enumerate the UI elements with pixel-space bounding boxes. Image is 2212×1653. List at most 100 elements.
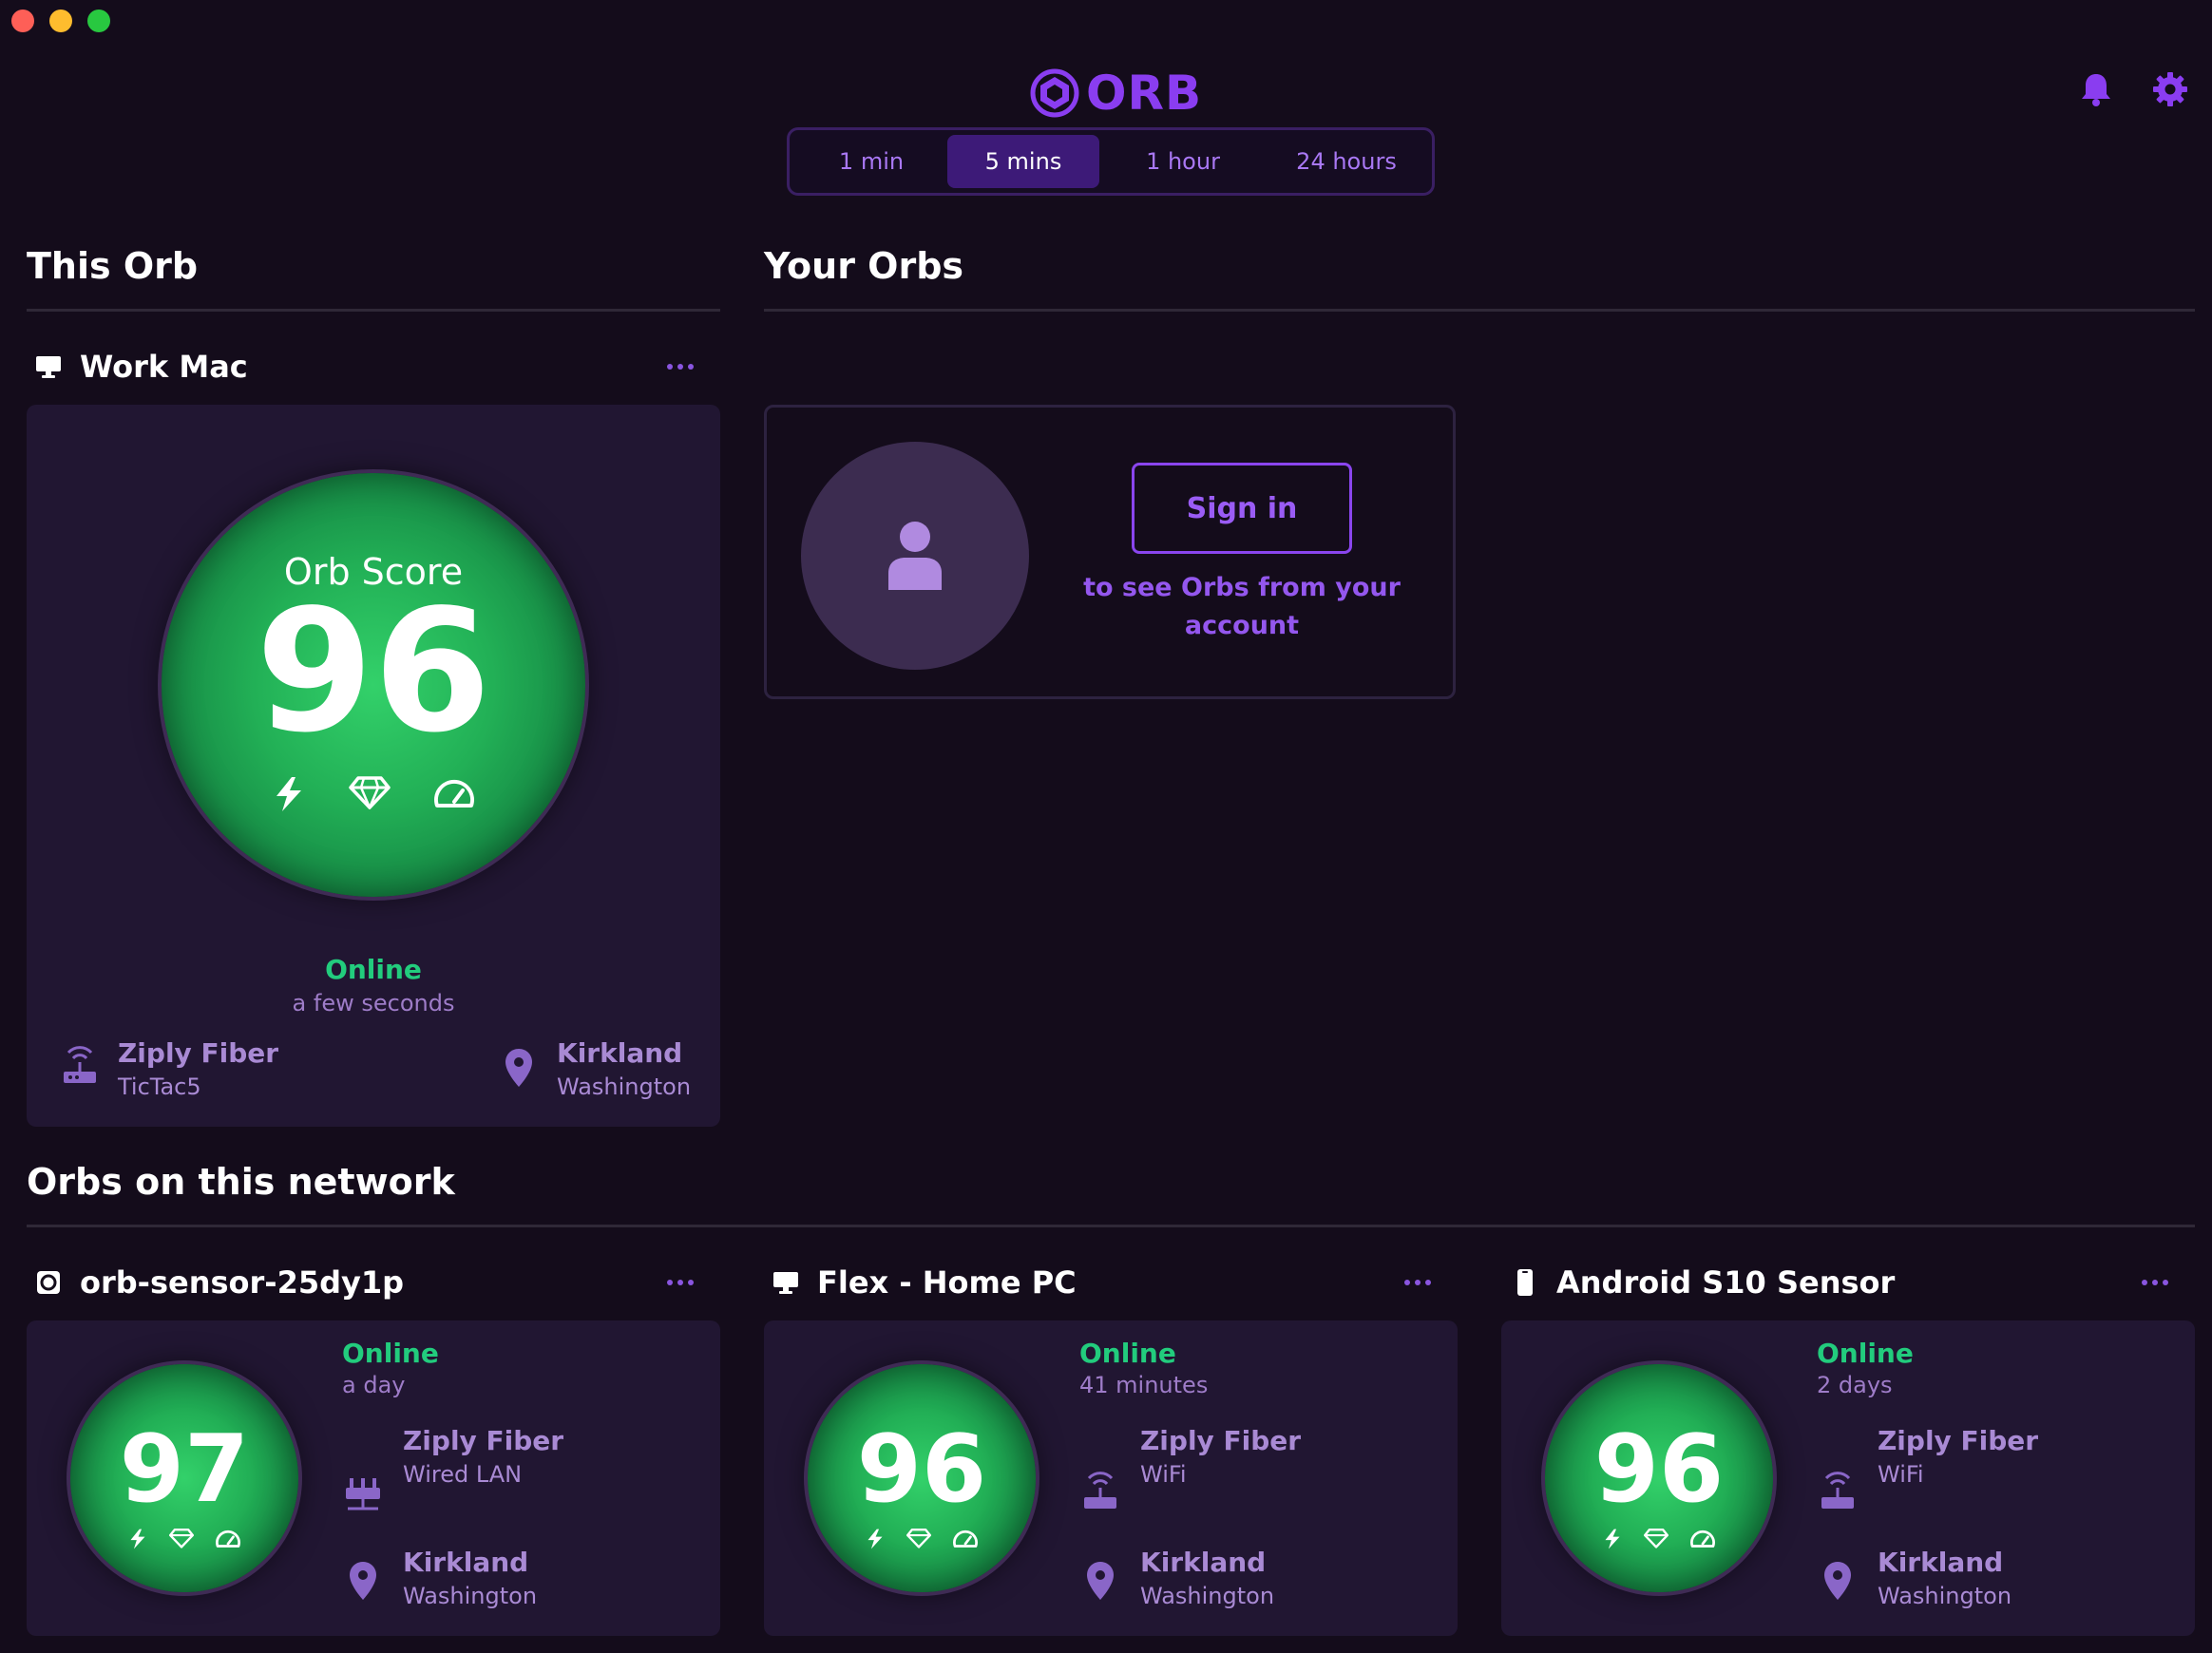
signin-card: Sign in to see Orbs from your account: [764, 405, 1456, 699]
speedometer-icon: [953, 1530, 978, 1548]
orb-score-value: 96: [256, 573, 491, 770]
your-orbs-divider: [764, 309, 2195, 312]
network-device-status: Online: [1817, 1338, 1914, 1369]
orb-score-components: [70, 1528, 298, 1550]
network-device-status: Online: [342, 1338, 439, 1369]
router-icon: [1084, 1472, 1116, 1509]
orb-score-value: 96: [1593, 1416, 1725, 1524]
lightning-icon: [1605, 1529, 1620, 1549]
location-pin-icon: [1087, 1562, 1114, 1600]
window-minimize-button[interactable]: [49, 10, 72, 32]
network-device-last-seen: a day: [342, 1372, 406, 1398]
network-device-isp: Ziply Fiber: [1878, 1425, 2039, 1456]
location-pin-icon: [505, 1049, 532, 1087]
location-pin-icon: [1824, 1562, 1851, 1600]
network-device-city: Kirkland: [403, 1547, 529, 1578]
window-controls: [11, 10, 110, 32]
router-icon: [1821, 1472, 1854, 1509]
window-maximize-button[interactable]: [87, 10, 110, 32]
this-orb-device-header: Work Mac: [34, 346, 248, 388]
this-orb-card[interactable]: Orb Score 96 Online a few seconds Ziply …: [27, 405, 720, 1127]
orb-score-ring: 97: [70, 1364, 298, 1592]
ethernet-switch-icon: [346, 1478, 380, 1510]
network-device-last-seen: 2 days: [1817, 1372, 1893, 1398]
this-orb-network: TicTac5: [118, 1074, 201, 1100]
tab-5-mins[interactable]: 5 mins: [947, 135, 1099, 188]
orb-score-value: 96: [856, 1416, 987, 1524]
tab-1-hour[interactable]: 1 hour: [1099, 135, 1267, 188]
network-device-region: Washington: [403, 1583, 538, 1609]
lightning-icon: [868, 1529, 883, 1549]
sensor-icon: [34, 1268, 63, 1297]
your-orbs-title: Your Orbs: [764, 245, 964, 287]
tab-1-min[interactable]: 1 min: [795, 135, 947, 188]
orb-score-ring: Orb Score 96: [162, 473, 585, 897]
user-icon: [888, 522, 942, 590]
network-device-last-seen: 41 minutes: [1079, 1372, 1209, 1398]
network-device-city: Kirkland: [1878, 1547, 2004, 1578]
network-device-header: orb-sensor-25dy1p: [34, 1262, 404, 1303]
orb-score-components: [162, 775, 585, 813]
network-device-city: Kirkland: [1140, 1547, 1267, 1578]
this-orb-isp: Ziply Fiber: [118, 1037, 279, 1069]
gear-icon[interactable]: [2151, 70, 2189, 108]
avatar: [801, 442, 1029, 670]
logo-text: ORB: [1086, 66, 1203, 121]
this-orb-city: Kirkland: [557, 1037, 683, 1069]
network-device-name: Android S10 Sensor: [1556, 1264, 1896, 1301]
network-device-network: WiFi: [1878, 1461, 1924, 1488]
orb-score-ring: 96: [1545, 1364, 1773, 1592]
this-orb-title: This Orb: [27, 245, 199, 287]
network-device-header: Flex - Home PC: [772, 1262, 1077, 1303]
network-device-card[interactable]: 97 Online a day Ziply Fiber Wired LAN Ki…: [27, 1320, 720, 1636]
network-device-more-button[interactable]: [661, 1273, 699, 1292]
signin-description: to see Orbs from your account: [1083, 573, 1401, 640]
network-device-more-button[interactable]: [2136, 1273, 2174, 1292]
network-device-region: Washington: [1140, 1583, 1275, 1609]
diamond-icon: [906, 1528, 931, 1548]
network-device-name: Flex - Home PC: [817, 1264, 1077, 1301]
diamond-icon: [169, 1528, 194, 1548]
speedometer-icon: [1690, 1530, 1715, 1548]
network-orbs-title: Orbs on this network: [27, 1161, 455, 1203]
orb-score-ring: 96: [808, 1364, 1036, 1592]
network-device-region: Washington: [1878, 1583, 2012, 1609]
tab-24-hours[interactable]: 24 hours: [1267, 135, 1426, 188]
this-orb-more-button[interactable]: [661, 357, 699, 376]
desktop-icon: [34, 352, 63, 381]
speedometer-icon: [434, 779, 474, 808]
orb-score-components: [1545, 1528, 1773, 1550]
diamond-icon: [1644, 1528, 1669, 1548]
network-device-isp: Ziply Fiber: [1140, 1425, 1302, 1456]
desktop-icon: [772, 1268, 800, 1297]
phone-icon: [1511, 1268, 1539, 1297]
app-logo: ORB: [1029, 66, 1202, 120]
network-device-header: Android S10 Sensor: [1511, 1262, 1895, 1303]
lightning-icon: [276, 777, 301, 811]
orb-score-components: [808, 1528, 1036, 1550]
this-orb-divider: [27, 309, 720, 312]
sign-in-button[interactable]: Sign in: [1132, 463, 1352, 554]
diamond-icon: [349, 776, 391, 809]
this-orb-device-name: Work Mac: [80, 349, 248, 385]
network-device-card[interactable]: 96 Online 41 minutes Ziply Fiber WiFi Ki…: [764, 1320, 1458, 1636]
network-device-network: WiFi: [1140, 1461, 1187, 1488]
network-device-card[interactable]: 96 Online 2 days Ziply Fiber WiFi Kirkla…: [1501, 1320, 2195, 1636]
this-orb-last-seen: a few seconds: [292, 990, 455, 1016]
time-range-tabs: 1 min 5 mins 1 hour 24 hours: [787, 127, 1435, 196]
speedometer-icon: [216, 1530, 240, 1548]
orb-score-value: 97: [119, 1416, 250, 1524]
this-orb-region: Washington: [557, 1074, 692, 1100]
orb-logo-icon: [1030, 68, 1079, 118]
this-orb-status: Online: [325, 954, 422, 985]
network-device-isp: Ziply Fiber: [403, 1425, 564, 1456]
window-close-button[interactable]: [11, 10, 34, 32]
network-device-more-button[interactable]: [1399, 1273, 1437, 1292]
location-pin-icon: [350, 1562, 376, 1600]
network-orbs-divider: [27, 1225, 2195, 1227]
network-device-name: orb-sensor-25dy1p: [80, 1264, 405, 1301]
network-device-network: Wired LAN: [403, 1461, 523, 1488]
network-device-status: Online: [1079, 1338, 1176, 1369]
bell-icon[interactable]: [2077, 70, 2115, 108]
router-icon: [64, 1046, 96, 1083]
